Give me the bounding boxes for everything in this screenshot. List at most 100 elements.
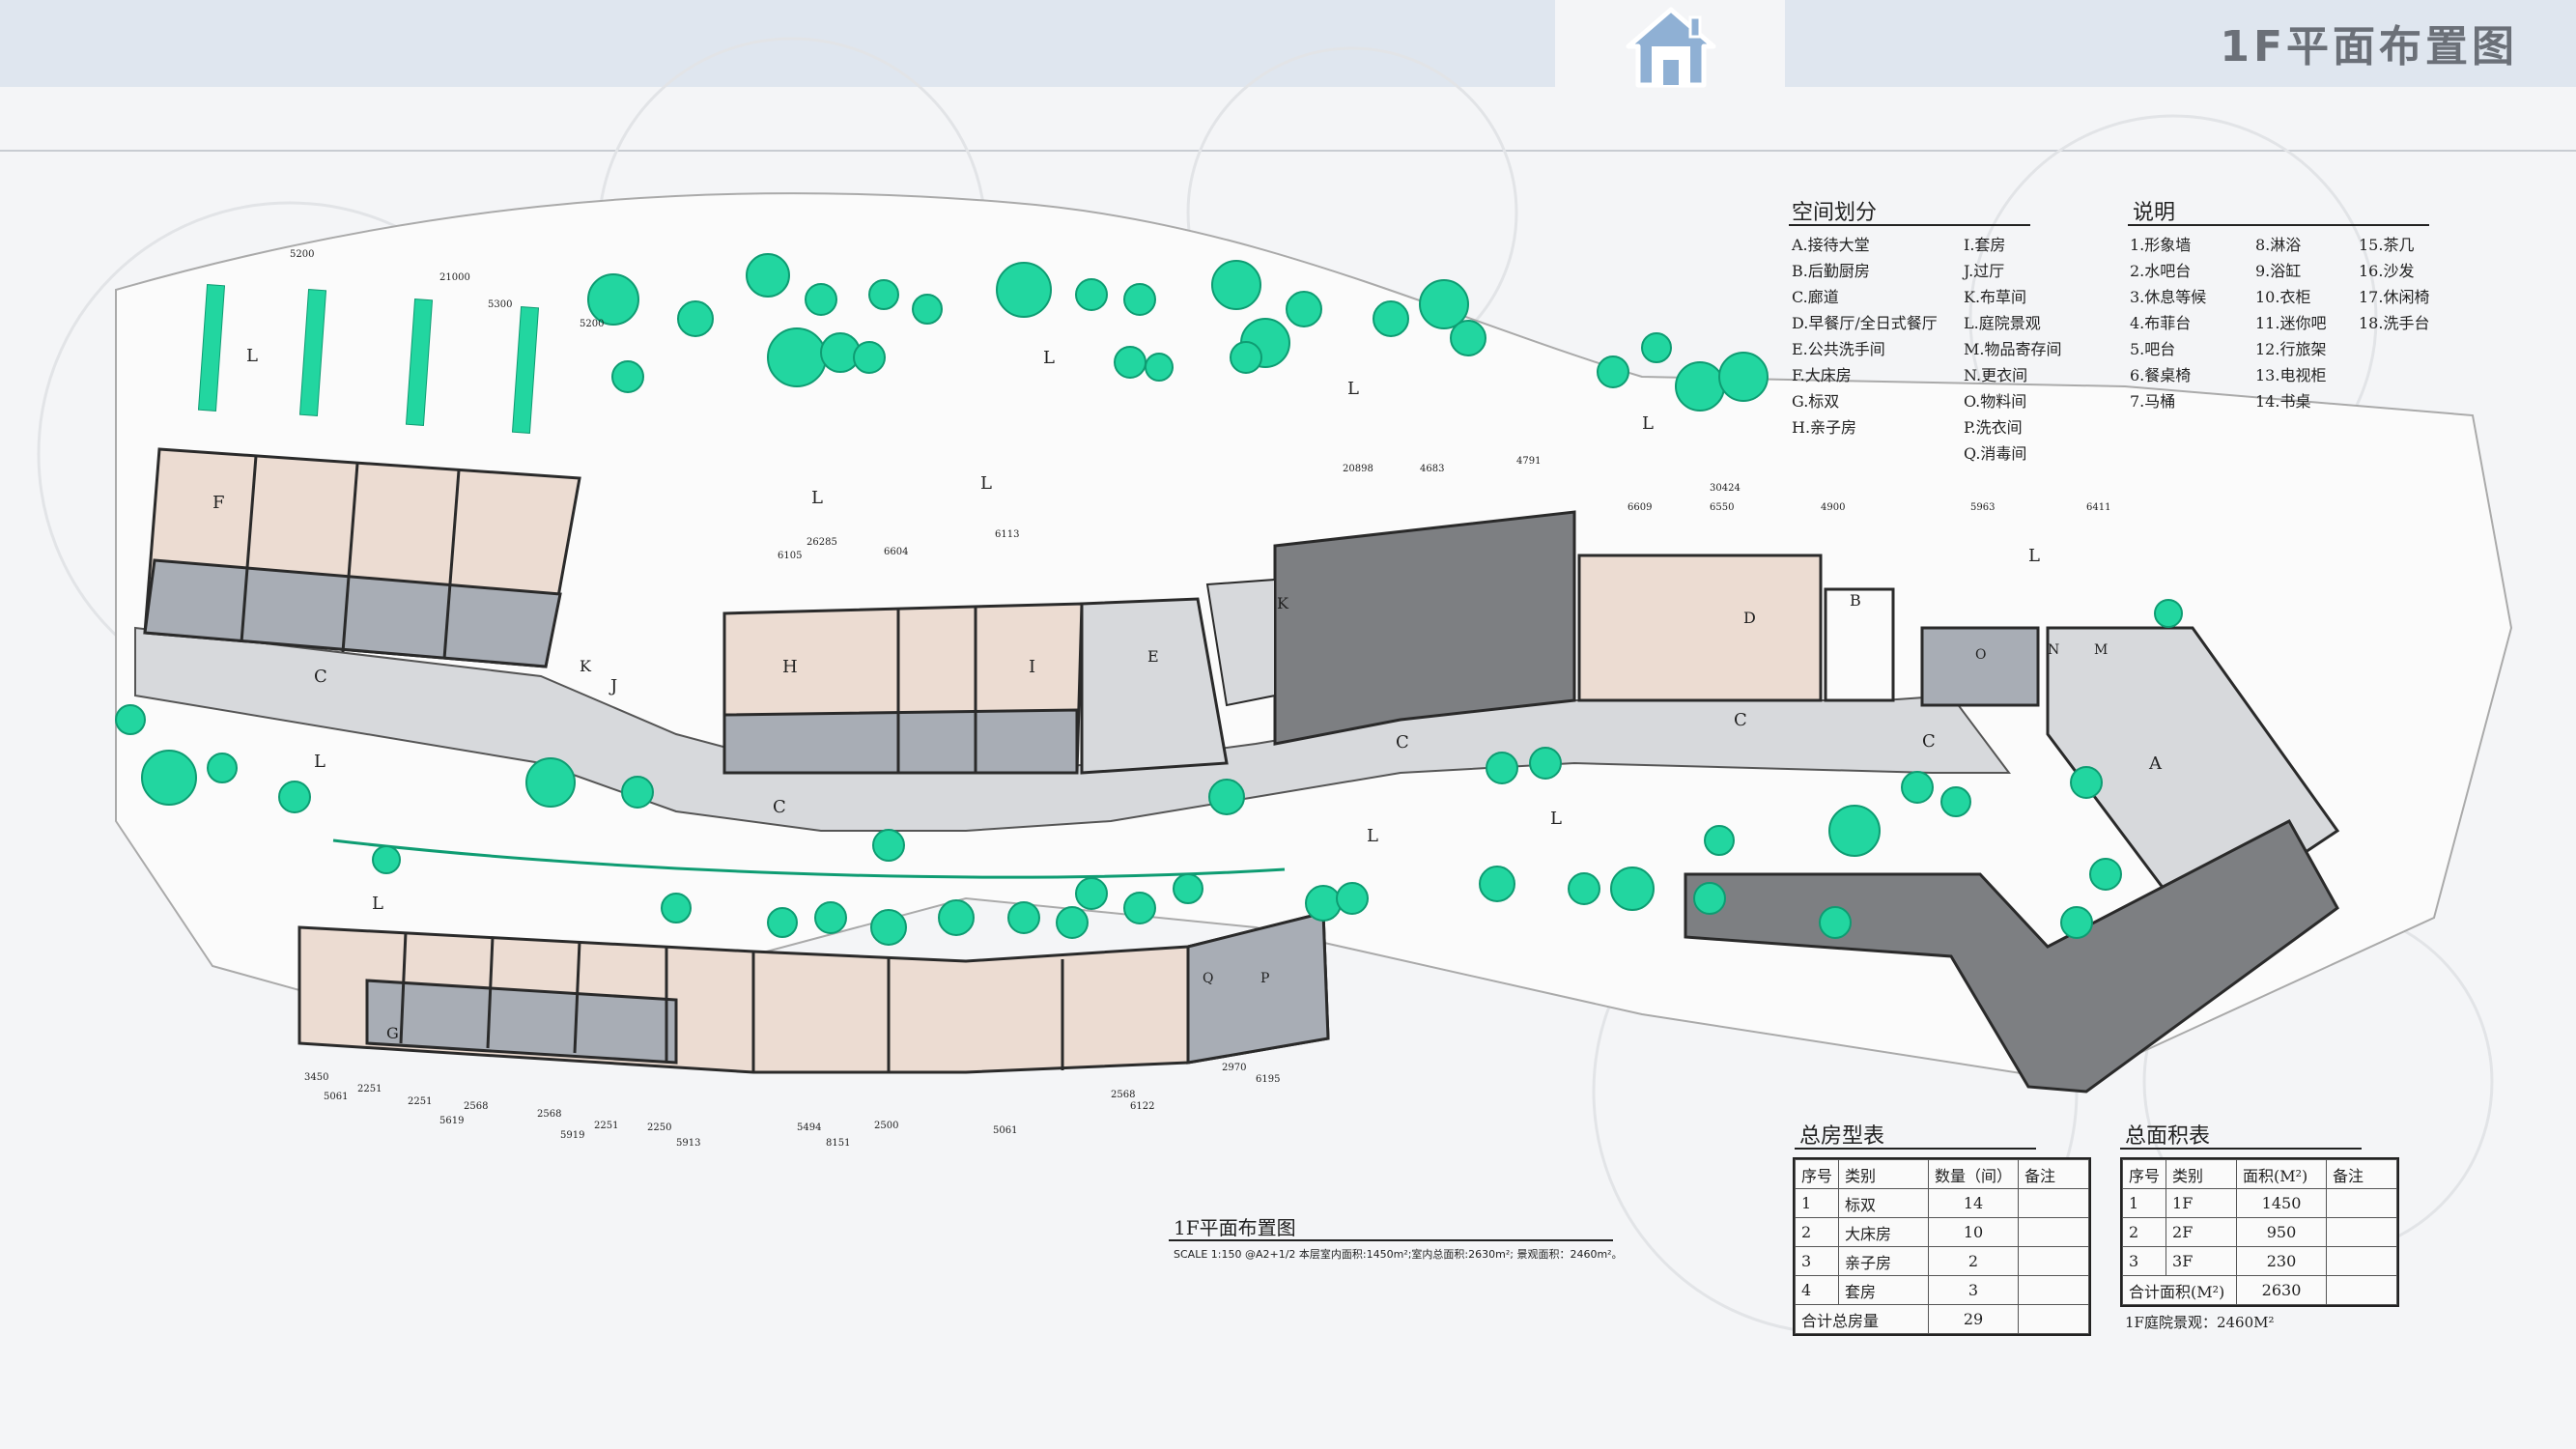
zone-letter-l: L: [811, 488, 823, 508]
zone-letter-c: C: [1734, 710, 1747, 730]
dimension-label: 8151: [826, 1138, 851, 1149]
dimension-label: 30424: [1710, 483, 1741, 494]
table-header-row: 序号 类别 面积(M²) 备注: [2121, 1159, 2398, 1189]
dimension-label: 2250: [647, 1122, 672, 1133]
note-item: 16.沙发: [2359, 262, 2415, 280]
table-cell: 3: [2121, 1246, 2167, 1276]
table-cell: 2: [2121, 1217, 2167, 1247]
legend-item: I.套房: [1964, 236, 2006, 254]
dimension-label: 6550: [1710, 502, 1735, 513]
note-item: 1.形象墙: [2130, 236, 2192, 254]
room-table: 序号 类别 数量（间） 备注 1 标双 14 2 大床房 10 3 亲子房 2 …: [1793, 1157, 2092, 1336]
service-rooms: [1920, 626, 2040, 707]
table-header-cell: 备注: [2018, 1159, 2090, 1189]
legend-item: O.物料间: [1964, 392, 2027, 411]
dimension-label: 5061: [324, 1092, 349, 1102]
table-cell: [2018, 1246, 2090, 1276]
zone-letter-h: H: [782, 657, 798, 677]
dimension-label: 6195: [1256, 1074, 1281, 1085]
legend-space-list-left: A.接待大堂 B.后勤厨房 C.廊道 D.早餐厅/全日式餐厅 E.公共洗手间 F…: [1792, 232, 1938, 440]
scale-note: SCALE 1:150 @A2+1/2 本层室内面积:1450m²;室内总面积:…: [1174, 1248, 1623, 1261]
legend-item: A.接待大堂: [1792, 236, 1870, 254]
note-item: 7.马桶: [2130, 392, 2176, 411]
table-cell: 2: [1794, 1217, 1840, 1247]
table-cell: 2F: [2166, 1217, 2238, 1247]
note-item: 10.衣柜: [2255, 288, 2311, 306]
area-table-underline: [2120, 1148, 2362, 1150]
legend-item: J.过厅: [1964, 262, 2005, 280]
table-cell: 2: [1928, 1246, 2020, 1276]
dimension-label: 5200: [290, 249, 315, 260]
table-cell: [2018, 1188, 2090, 1218]
zone-letter-c: C: [773, 797, 786, 817]
caption-underline: [1169, 1239, 1613, 1241]
legend-item: D.早餐厅/全日式餐厅: [1792, 314, 1938, 332]
table-header-cell: 备注: [2326, 1159, 2398, 1189]
note-item: 5.吧台: [2130, 340, 2176, 358]
dimension-label: 5300: [488, 299, 513, 310]
table-cell: 套房: [1838, 1275, 1930, 1305]
legend-notes-title: 说明: [2133, 201, 2176, 225]
dimension-label: 2251: [357, 1084, 382, 1094]
zone-letter-l: L: [1550, 809, 1562, 829]
dimension-label: 6411: [2086, 502, 2111, 513]
note-item: 15.茶几: [2359, 236, 2415, 254]
table-cell: 3F: [2166, 1246, 2238, 1276]
dimension-label: 6609: [1628, 502, 1653, 513]
zone-letter-i: I: [1029, 657, 1036, 677]
zone-letter-e: E: [1147, 647, 1159, 666]
table-total-label: 合计总房量: [1794, 1304, 1930, 1334]
zone-letter-l: L: [1367, 826, 1378, 846]
note-item: 4.布菲台: [2130, 314, 2192, 332]
dimension-label: 2500: [874, 1121, 899, 1131]
zone-letter-c: C: [1922, 731, 1936, 752]
dimension-label: 2251: [594, 1121, 619, 1131]
legend-item: C.廊道: [1792, 288, 1839, 306]
table-cell: [2018, 1275, 2090, 1305]
legend-item: G.标双: [1792, 392, 1840, 411]
dimension-label: 4791: [1516, 456, 1542, 467]
legend-item: N.更衣间: [1964, 366, 2028, 384]
dimension-label: 6113: [995, 529, 1020, 540]
legend-notes-underline: [2128, 224, 2429, 226]
table-row: 3 3F 230: [2121, 1246, 2398, 1276]
table-cell: [2018, 1217, 2090, 1247]
table-cell: [2326, 1275, 2398, 1305]
legend-notes-col2: 8.淋浴 9.浴缸 10.衣柜 11.迷你吧 12.行旅架 13.电视柜 14.…: [2255, 232, 2326, 414]
dimension-label: 4900: [1821, 502, 1846, 513]
zone-letter-f: F: [212, 493, 225, 513]
table-row: 4 套房 3: [1794, 1275, 2090, 1305]
plan-caption: 1F平面布置图: [1174, 1216, 1296, 1239]
dimension-label: 2251: [408, 1096, 433, 1107]
table-cell: [2326, 1246, 2398, 1276]
zone-letter-m: M: [2094, 642, 2109, 658]
zone-letter-a: A: [2149, 753, 2162, 774]
table-cell: 3: [1794, 1246, 1840, 1276]
dimension-label: 6122: [1130, 1101, 1155, 1112]
table-cell: 1F: [2166, 1188, 2238, 1218]
restaurant: [1577, 554, 1823, 702]
table-total-label: 合计面积(M²): [2121, 1275, 2238, 1305]
dimension-label: 3450: [304, 1072, 329, 1083]
zone-letter-q: Q: [1203, 971, 1214, 986]
zone-letter-c: C: [314, 667, 327, 687]
zone-letter-l: L: [980, 473, 992, 494]
zone-letter-o: O: [1975, 647, 1987, 663]
table-cell: [2326, 1188, 2398, 1218]
legend-notes-col3: 15.茶几 16.沙发 17.休闲椅 18.洗手台: [2359, 232, 2429, 336]
zone-letter-l: L: [372, 894, 383, 914]
legend-item: Q.消毒间: [1964, 444, 2027, 463]
dimension-label: 5200: [580, 319, 605, 329]
dimension-label: 4683: [1420, 464, 1445, 474]
note-item: 9.浴缸: [2255, 262, 2302, 280]
table-row: 1 1F 1450: [2121, 1188, 2398, 1218]
dimension-label: 26285: [807, 537, 837, 548]
zone-letter-c: C: [1396, 732, 1409, 753]
dimension-label: 21000: [439, 272, 470, 283]
legend-space-title: 空间划分: [1792, 201, 1878, 225]
zone-letter-k: K: [580, 657, 591, 675]
table-cell: 10: [1928, 1217, 2020, 1247]
legend-item: H.亲子房: [1792, 418, 1857, 437]
table-total-value: 2630: [2236, 1275, 2328, 1305]
note-item: 8.淋浴: [2255, 236, 2302, 254]
